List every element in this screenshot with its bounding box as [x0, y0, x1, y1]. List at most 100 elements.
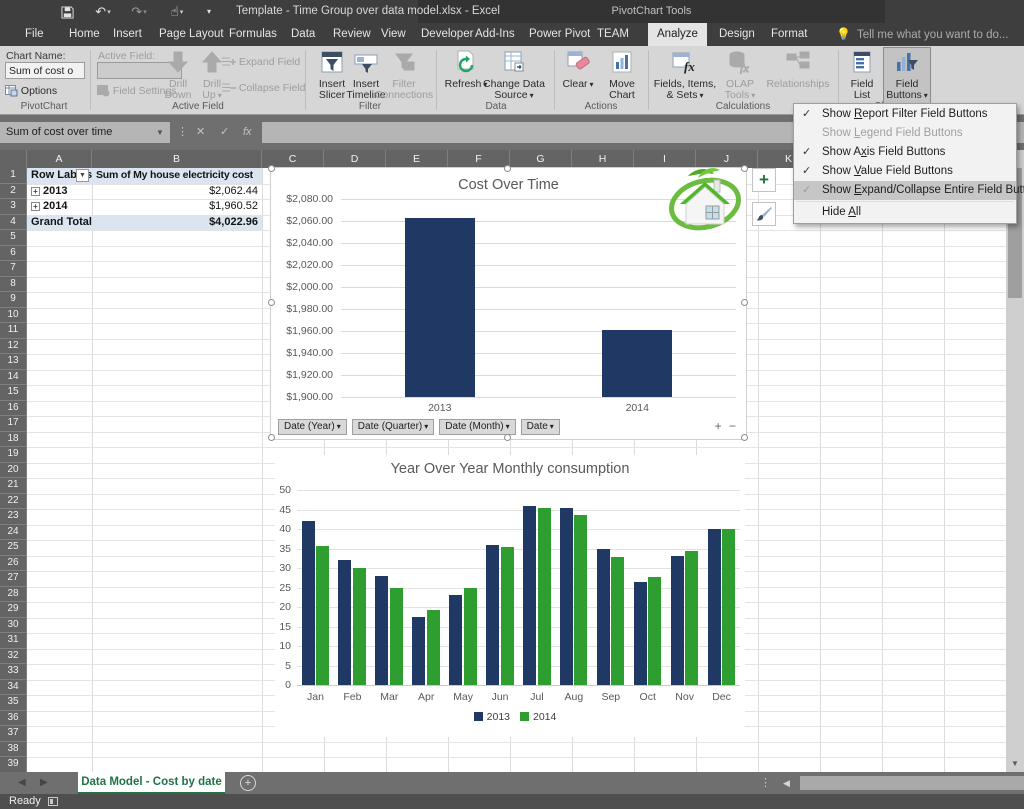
tab-view[interactable]: View [372, 23, 415, 46]
undo-icon[interactable]: ↶▾ [90, 3, 116, 20]
row-header-36[interactable]: 36 [0, 711, 27, 727]
tab-scroll-right-icon[interactable]: ▶ [40, 772, 48, 794]
scroll-down-icon[interactable]: ▼ [1006, 756, 1024, 772]
selection-handle[interactable] [268, 434, 275, 441]
row-header-39[interactable]: 39 [0, 757, 27, 772]
vertical-scrollbar[interactable]: ▲ ▼ [1006, 150, 1024, 772]
hscroll-grip[interactable]: ⋮ [760, 772, 771, 794]
row-header-18[interactable]: 18 [0, 432, 27, 448]
chart-name-input[interactable] [5, 62, 85, 79]
menu-item-show-expand-collapse-entire-field-buttons[interactable]: ✓Show Expand/Collapse Entire Field Butto… [794, 181, 1016, 200]
tab-design[interactable]: Design [710, 23, 764, 46]
tab-insert[interactable]: Insert [104, 23, 151, 46]
row-header-12[interactable]: 12 [0, 339, 27, 355]
column-header-B[interactable]: B [92, 150, 262, 168]
row-header-28[interactable]: 28 [0, 587, 27, 603]
hscroll-left-icon[interactable]: ◀ [783, 772, 790, 794]
tab-format[interactable]: Format [762, 23, 816, 46]
pivot-row-value[interactable]: $1,960.52 [92, 199, 262, 215]
row-header-8[interactable]: 8 [0, 277, 27, 293]
column-header-E[interactable]: E [386, 150, 448, 168]
row-header-27[interactable]: 27 [0, 571, 27, 587]
row-header-9[interactable]: 9 [0, 292, 27, 308]
selection-handle[interactable] [741, 165, 748, 172]
row-header-23[interactable]: 23 [0, 509, 27, 525]
save-icon[interactable] [58, 3, 76, 20]
sheet-tab-active[interactable]: Data Model - Cost by date [78, 772, 225, 794]
options-button[interactable]: Options [5, 85, 57, 97]
tab-team[interactable]: TEAM [588, 23, 638, 46]
row-header-17[interactable]: 17 [0, 416, 27, 432]
tab-analyze[interactable]: Analyze [648, 23, 707, 46]
column-header-D[interactable]: D [324, 150, 386, 168]
cost-over-time-chart[interactable]: Cost Over Time $2,080.00$2,060.00$2,040.… [270, 167, 747, 440]
row-header-4[interactable]: 4 [0, 215, 27, 231]
selection-handle[interactable] [504, 434, 511, 441]
pivot-header-value[interactable]: Sum of My house electricity cost [92, 168, 262, 184]
column-header-G[interactable]: G [510, 150, 572, 168]
redo-icon[interactable]: ↷▾ [126, 3, 152, 20]
row-header-25[interactable]: 25 [0, 540, 27, 556]
row-header-13[interactable]: 13 [0, 354, 27, 370]
row-header-34[interactable]: 34 [0, 680, 27, 696]
column-header-A[interactable]: A [27, 150, 92, 168]
row-header-22[interactable]: 22 [0, 494, 27, 510]
menu-item-hide-all[interactable]: Hide All [794, 203, 1016, 222]
horizontal-scroll-thumb[interactable] [800, 776, 1024, 790]
name-box-caret-icon[interactable]: ▼ [156, 122, 164, 143]
selection-handle[interactable] [504, 165, 511, 172]
tab-file[interactable]: File [16, 23, 53, 46]
chart-elements-button[interactable]: + [752, 168, 776, 192]
row-header-7[interactable]: 7 [0, 261, 27, 277]
formula-bar-grip[interactable]: ⋮ [177, 122, 188, 143]
year-over-year-chart[interactable]: Year Over Year Monthly consumption 50454… [275, 455, 745, 737]
expand-icon[interactable]: + [31, 187, 40, 196]
menu-item-show-legend-field-buttons[interactable]: Show Legend Field Buttons [794, 124, 1016, 143]
pivot-total-label[interactable]: Grand Total [27, 215, 92, 231]
touch-mode-icon[interactable]: ☝▾ [164, 3, 190, 20]
tab-home[interactable]: Home [60, 23, 109, 46]
row-header-1[interactable]: 1 [0, 168, 27, 184]
row-header-35[interactable]: 35 [0, 695, 27, 711]
field-button-date-quarter[interactable]: Date (Quarter) [352, 419, 434, 435]
column-header-H[interactable]: H [572, 150, 634, 168]
row-header-32[interactable]: 32 [0, 649, 27, 665]
tell-me-box[interactable]: 💡Tell me what you want to do... [836, 23, 1008, 46]
row-header-38[interactable]: 38 [0, 742, 27, 758]
menu-item-show-value-field-buttons[interactable]: ✓Show Value Field Buttons [794, 162, 1016, 181]
selection-handle[interactable] [268, 299, 275, 306]
macro-record-icon[interactable] [48, 797, 58, 806]
row-header-11[interactable]: 11 [0, 323, 27, 339]
row-header-6[interactable]: 6 [0, 246, 27, 262]
menu-item-show-axis-field-buttons[interactable]: ✓Show Axis Field Buttons [794, 143, 1016, 162]
filter-dropdown-icon[interactable]: ▼ [76, 169, 89, 182]
field-button-date-year[interactable]: Date (Year) [278, 419, 347, 435]
tab-add-ins[interactable]: Add-Ins [466, 23, 524, 46]
selection-handle[interactable] [741, 299, 748, 306]
row-header-3[interactable]: 3 [0, 199, 27, 215]
name-box[interactable]: Sum of cost over time [0, 122, 170, 143]
row-header-30[interactable]: 30 [0, 618, 27, 634]
selection-handle[interactable] [741, 434, 748, 441]
pivot-row-value[interactable]: $2,062.44 [92, 184, 262, 200]
row-header-5[interactable]: 5 [0, 230, 27, 246]
pivot-row-label[interactable]: +2014 [27, 199, 92, 215]
row-header-16[interactable]: 16 [0, 401, 27, 417]
row-header-33[interactable]: 33 [0, 664, 27, 680]
tab-scroll-left-icon[interactable]: ◀ [18, 772, 26, 794]
field-button-date[interactable]: Date [521, 419, 560, 435]
tab-formulas[interactable]: Formulas [220, 23, 286, 46]
row-header-19[interactable]: 19 [0, 447, 27, 463]
field-button-date-month[interactable]: Date (Month) [439, 419, 515, 435]
pivot-total-value[interactable]: $4,022.96 [92, 215, 262, 231]
row-header-21[interactable]: 21 [0, 478, 27, 494]
row-header-15[interactable]: 15 [0, 385, 27, 401]
customize-qat-icon[interactable]: ▾ [202, 3, 216, 20]
row-header-24[interactable]: 24 [0, 525, 27, 541]
row-header-29[interactable]: 29 [0, 602, 27, 618]
pivot-row-label[interactable]: +2013 [27, 184, 92, 200]
row-header-37[interactable]: 37 [0, 726, 27, 742]
row-header-14[interactable]: 14 [0, 370, 27, 386]
expand-icon[interactable]: + [31, 202, 40, 211]
tab-data[interactable]: Data [282, 23, 324, 46]
